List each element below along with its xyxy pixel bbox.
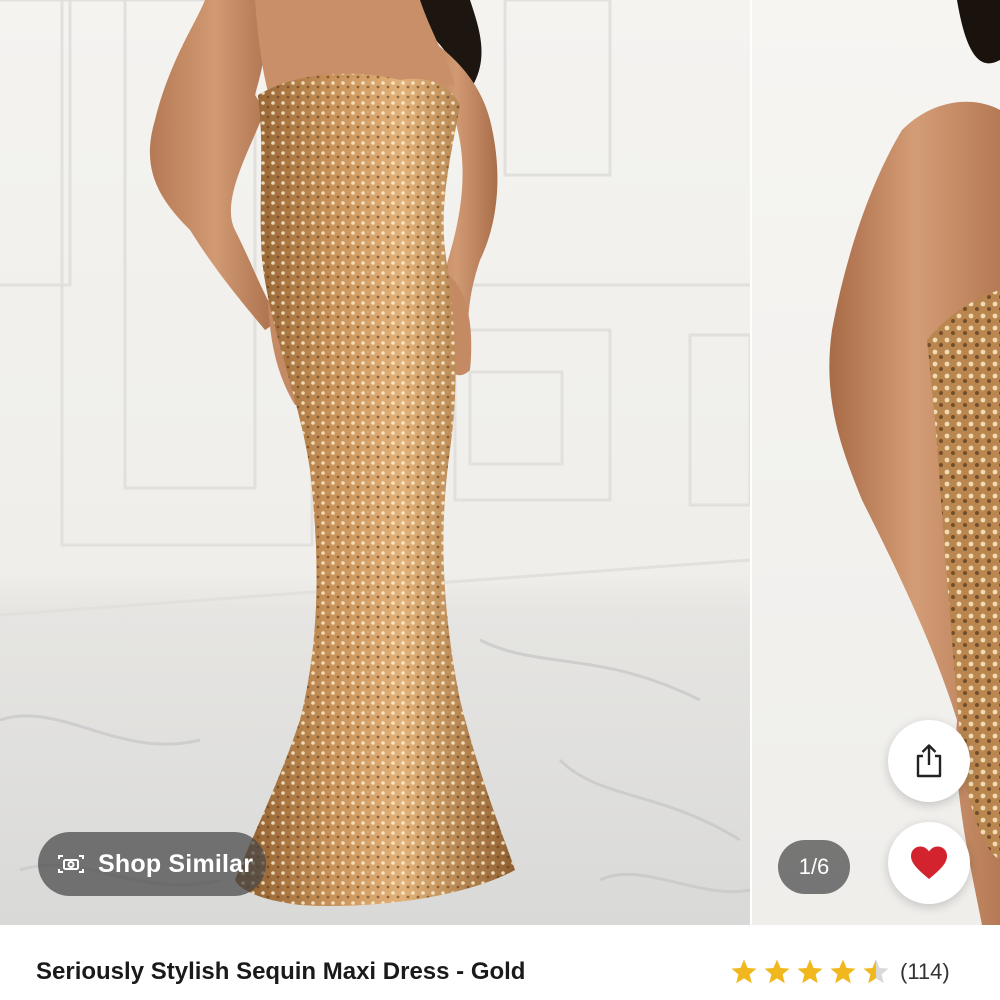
share-button[interactable]: [888, 720, 970, 802]
dress-photo-peek-illustration: [829, 0, 1000, 925]
product-image-gallery[interactable]: Shop Similar 1/6: [0, 0, 1000, 925]
share-icon: [916, 744, 942, 778]
heart-icon: [911, 846, 947, 879]
star-rating: [730, 958, 890, 986]
star-icon: [863, 959, 889, 984]
review-count[interactable]: (114): [900, 959, 950, 985]
star-icon: [764, 959, 790, 984]
star-icon: [830, 959, 856, 984]
shop-similar-label: Shop Similar: [98, 849, 254, 878]
star-icon: [797, 959, 823, 984]
favorite-button[interactable]: [888, 822, 970, 904]
product-photo-next[interactable]: [752, 0, 1000, 925]
product-title: Seriously Stylish Sequin Maxi Dress - Go…: [36, 958, 526, 985]
image-counter: 1/6: [778, 840, 850, 894]
product-photo-main[interactable]: [0, 0, 750, 925]
camera-search-icon: [58, 855, 84, 873]
star-icon: [731, 959, 757, 984]
shop-similar-button[interactable]: Shop Similar: [38, 832, 266, 896]
product-rating[interactable]: (114): [730, 958, 950, 986]
dress-photo-illustration: [0, 0, 750, 906]
